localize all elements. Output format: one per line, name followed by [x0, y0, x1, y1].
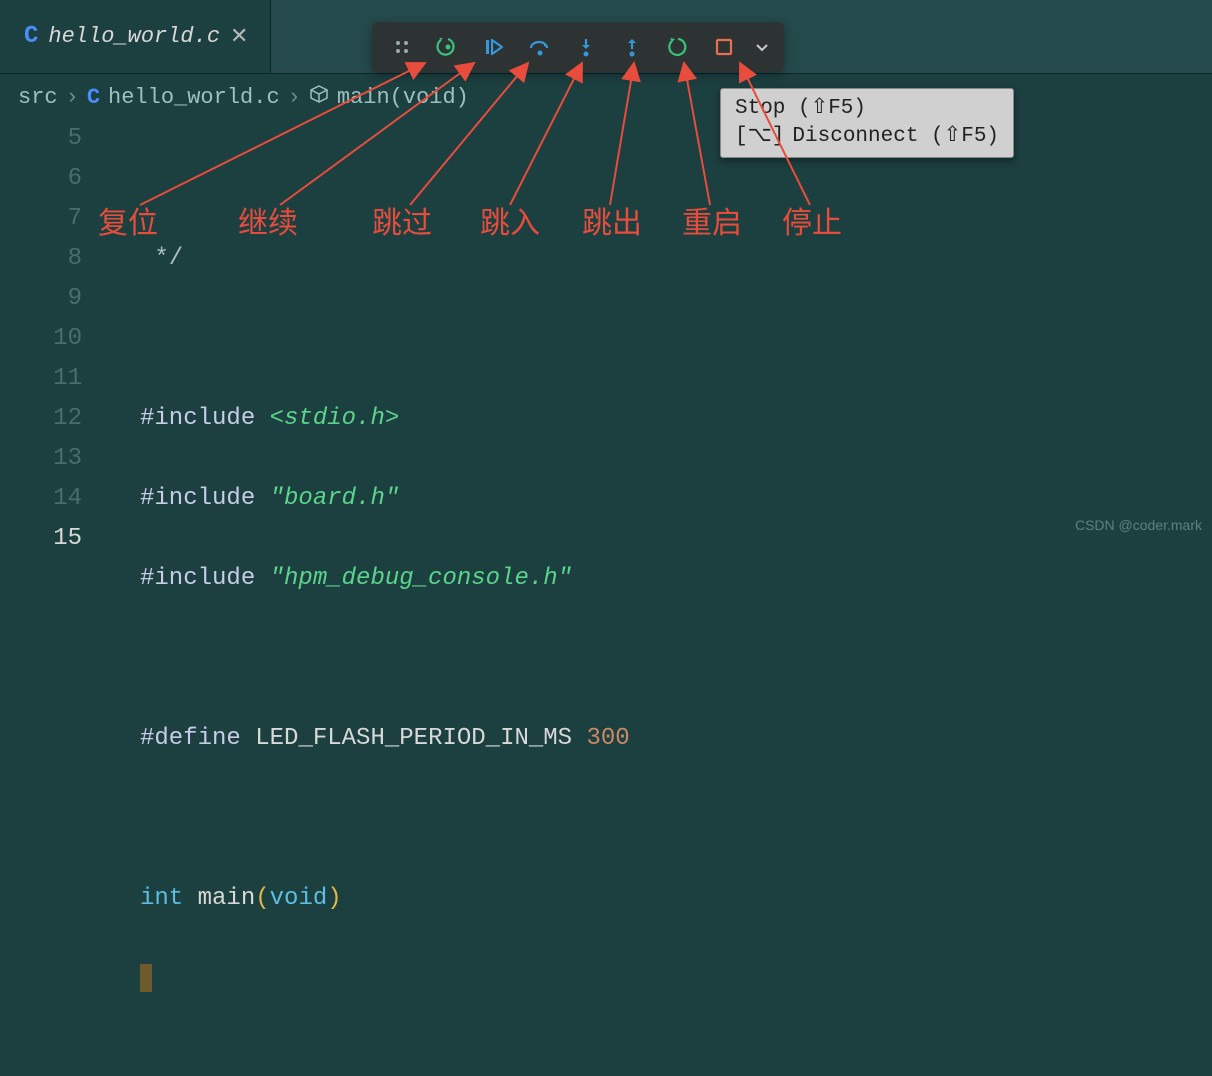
line-number: 15 — [0, 519, 82, 559]
line-number: 11 — [0, 359, 82, 399]
code-area[interactable]: */ #include <stdio.h> #include "board.h"… — [100, 119, 1212, 1076]
code-text: */ — [140, 245, 183, 272]
breadcrumb-file[interactable]: hello_world.c — [108, 85, 280, 110]
annotation-restart: 重启 — [682, 198, 742, 242]
tooltip-line: Disconnect (⇧F5) — [792, 123, 999, 151]
c-file-icon: C — [87, 85, 100, 110]
code-text: #include — [140, 485, 255, 512]
code-text: <stdio.h> — [270, 405, 400, 432]
editor-tab[interactable]: C hello_world.c ✕ — [0, 0, 271, 73]
breadcrumb-folder[interactable]: src — [18, 85, 58, 110]
code-text: void — [270, 885, 328, 912]
chevron-right-icon: › — [66, 85, 79, 110]
line-number: 13 — [0, 439, 82, 479]
chevron-right-icon: › — [288, 85, 301, 110]
annotation-reset: 复位 — [98, 198, 158, 242]
code-text: main — [198, 885, 256, 912]
watermark: CSDN @coder.mark — [1075, 517, 1202, 533]
line-number: 12 — [0, 399, 82, 439]
code-text: #include — [140, 405, 255, 432]
step-over-button[interactable] — [518, 27, 562, 67]
line-number: 14 — [0, 479, 82, 519]
close-icon[interactable]: ✕ — [230, 24, 248, 50]
annotation-continue: 继续 — [238, 198, 298, 242]
annotation-step-over: 跳过 — [372, 198, 432, 242]
code-text: ( — [255, 885, 269, 912]
annotation-stop: 停止 — [782, 198, 842, 242]
annotation-step-out: 跳出 — [582, 198, 642, 242]
chevron-down-icon[interactable] — [748, 27, 776, 67]
tooltip: Stop (⇧F5) [⌥] Disconnect (⇧F5) — [720, 88, 1014, 158]
c-file-icon: C — [24, 23, 38, 50]
line-number: 9 — [0, 279, 82, 319]
reset-button[interactable] — [426, 27, 470, 67]
code-text: LED_FLASH_PERIOD_IN_MS — [255, 725, 572, 752]
code-editor[interactable]: 5 6 7 8 9 10 11 12 13 14 15 */ #include … — [0, 119, 1212, 1076]
line-number: 10 — [0, 319, 82, 359]
code-text: int — [140, 885, 183, 912]
line-number: 5 — [0, 119, 82, 159]
stop-button[interactable] — [702, 27, 746, 67]
cursor — [140, 964, 152, 992]
breadcrumb-symbol[interactable]: main(void) — [337, 85, 469, 110]
annotation-step-into: 跳入 — [480, 198, 540, 242]
restart-button[interactable] — [656, 27, 700, 67]
code-text: "board.h" — [270, 485, 400, 512]
code-text: "hpm_debug_console.h" — [270, 565, 572, 592]
step-out-button[interactable] — [610, 27, 654, 67]
line-number: 6 — [0, 159, 82, 199]
code-text: 300 — [587, 725, 630, 752]
symbol-icon — [309, 84, 329, 111]
line-gutter: 5 6 7 8 9 10 11 12 13 14 15 — [0, 119, 100, 1076]
tooltip-line: Stop (⇧F5) — [735, 95, 866, 123]
drag-handle-icon[interactable] — [380, 27, 424, 67]
code-text: #define — [140, 725, 241, 752]
continue-button[interactable] — [472, 27, 516, 67]
step-into-button[interactable] — [564, 27, 608, 67]
debug-toolbar — [372, 22, 784, 72]
code-text: ) — [327, 885, 341, 912]
breadcrumb: src › C hello_world.c › main(void) — [0, 74, 1212, 119]
line-number: 8 — [0, 239, 82, 279]
tooltip-mod: [⌥] — [735, 123, 784, 151]
line-number: 7 — [0, 199, 82, 239]
tab-filename: hello_world.c — [48, 24, 220, 49]
code-text: #include — [140, 565, 255, 592]
